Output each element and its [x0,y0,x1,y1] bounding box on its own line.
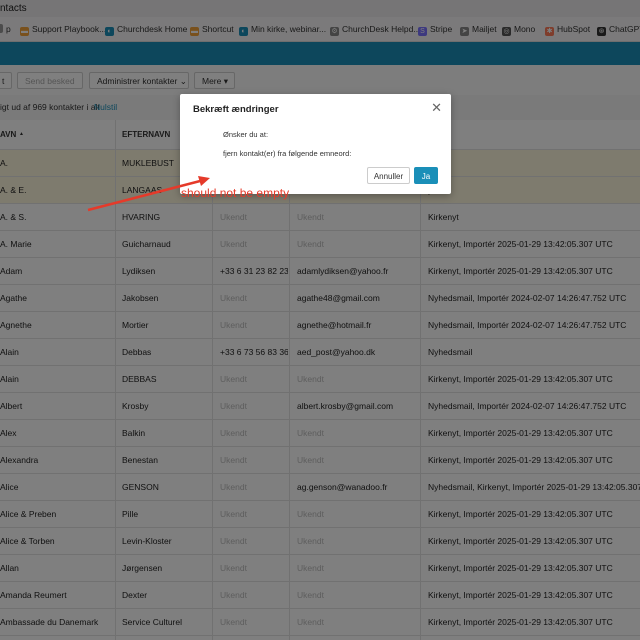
annotation-text: should not be empty [181,186,290,200]
annotation-arrow [87,176,210,212]
